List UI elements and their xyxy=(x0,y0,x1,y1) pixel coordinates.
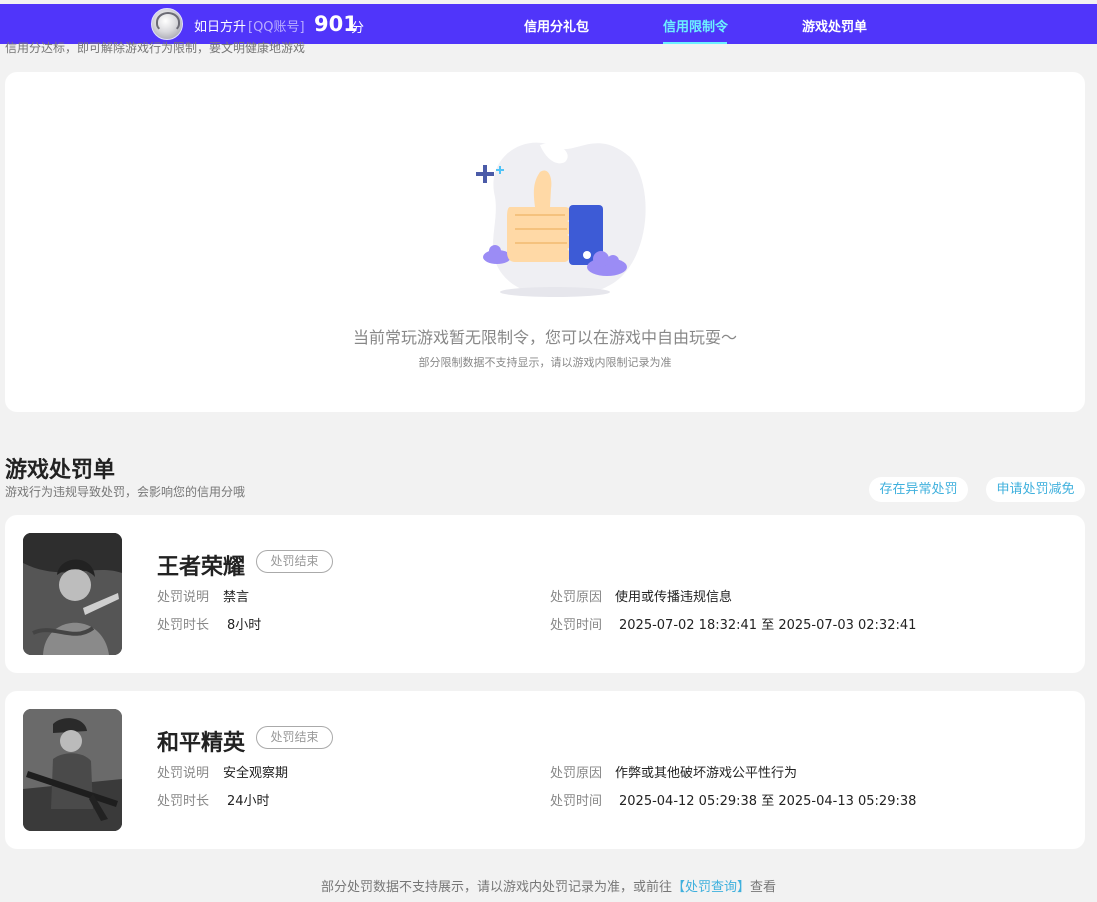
penalty-card: 和平精英 处罚结束 处罚说明 安全观察期 处罚时长 24小时 处罚原因 作弊或其… xyxy=(5,691,1085,849)
empty-state-subtitle: 部分限制数据不支持显示，请以游戏内限制记录为准 xyxy=(418,356,672,369)
tab-credit-restriction[interactable]: 信用限制令 xyxy=(663,16,728,35)
game-name: 王者荣耀 xyxy=(157,555,246,580)
penalty-time-label: 处罚时间 xyxy=(550,794,603,809)
status-badge: 处罚结束 xyxy=(256,550,333,573)
penalty-section-title: 游戏处罚单 xyxy=(5,458,116,483)
penalty-desc-label: 处罚说明 xyxy=(157,590,210,605)
penalty-reason-label: 处罚原因 xyxy=(550,766,603,781)
footer-note-suffix: 查看 xyxy=(750,880,777,895)
restriction-empty-card: 当前常玩游戏暂无限制令，您可以在游戏中自由玩耍～ 部分限制数据不支持显示，请以游… xyxy=(5,72,1085,412)
footer-note: 部分处罚数据不支持展示，请以游戏内处罚记录为准，或前往【处罚查询】查看 xyxy=(0,876,1097,895)
empty-state-title: 当前常玩游戏暂无限制令，您可以在游戏中自由玩耍～ xyxy=(352,328,737,347)
active-tab-indicator xyxy=(663,42,727,44)
game-cover-image xyxy=(23,533,122,655)
penalty-reason-value: 使用或传播违规信息 xyxy=(615,590,733,605)
penalty-reason-value: 作弊或其他破坏游戏公平性行为 xyxy=(615,766,798,781)
penalty-time-value: 2025-04-12 05:29:38 至 2025-04-13 05:29:3… xyxy=(619,794,917,809)
penalty-desc-label: 处罚说明 xyxy=(157,766,210,781)
tab-game-penalty[interactable]: 游戏处罚单 xyxy=(802,16,867,35)
credit-score-unit: 分 xyxy=(351,21,365,36)
apply-penalty-reduction-button[interactable]: 申请处罚减免 xyxy=(986,477,1085,502)
penalty-reason-label: 处罚原因 xyxy=(550,590,603,605)
username: 如日方升 xyxy=(194,20,247,35)
penalty-section-subtitle: 游戏行为违规导致处罚，会影响您的信用分哦 xyxy=(5,485,246,499)
game-cover-image xyxy=(23,709,122,831)
top-nav-bar: 如日方升 [QQ账号] 901 分 信用分礼包 信用限制令 游戏处罚单 xyxy=(0,4,1097,44)
penalty-time-value: 2025-07-02 18:32:41 至 2025-07-03 02:32:4… xyxy=(619,618,917,633)
penalty-query-link[interactable]: 【处罚查询】 xyxy=(672,880,750,895)
footer-note-text: 部分处罚数据不支持展示，请以游戏内处罚记录为准，或前往 xyxy=(320,880,672,895)
penalty-desc-value: 禁言 xyxy=(223,590,250,605)
penalty-card: 王者荣耀 处罚结束 处罚说明 禁言 处罚时长 8小时 处罚原因 使用或传播违规信… xyxy=(5,515,1085,673)
penalty-duration-value: 24小时 xyxy=(227,794,270,809)
penalty-duration-label: 处罚时长 xyxy=(157,794,210,809)
thumbs-up-illustration xyxy=(455,127,655,317)
user-avatar[interactable] xyxy=(151,8,183,40)
account-type-tag: [QQ账号] xyxy=(248,20,305,35)
tab-credit-gift[interactable]: 信用分礼包 xyxy=(524,16,589,35)
restriction-section-subtitle: 信用分达标，即可解除游戏行为限制，要文明健康地游戏 xyxy=(5,41,306,55)
abnormal-penalty-button[interactable]: 存在异常处罚 xyxy=(869,477,968,502)
status-badge: 处罚结束 xyxy=(256,726,333,749)
penalty-duration-value: 8小时 xyxy=(227,618,262,633)
penalty-desc-value: 安全观察期 xyxy=(223,766,289,781)
penalty-time-label: 处罚时间 xyxy=(550,618,603,633)
game-name: 和平精英 xyxy=(157,731,246,756)
penalty-duration-label: 处罚时长 xyxy=(157,618,210,633)
